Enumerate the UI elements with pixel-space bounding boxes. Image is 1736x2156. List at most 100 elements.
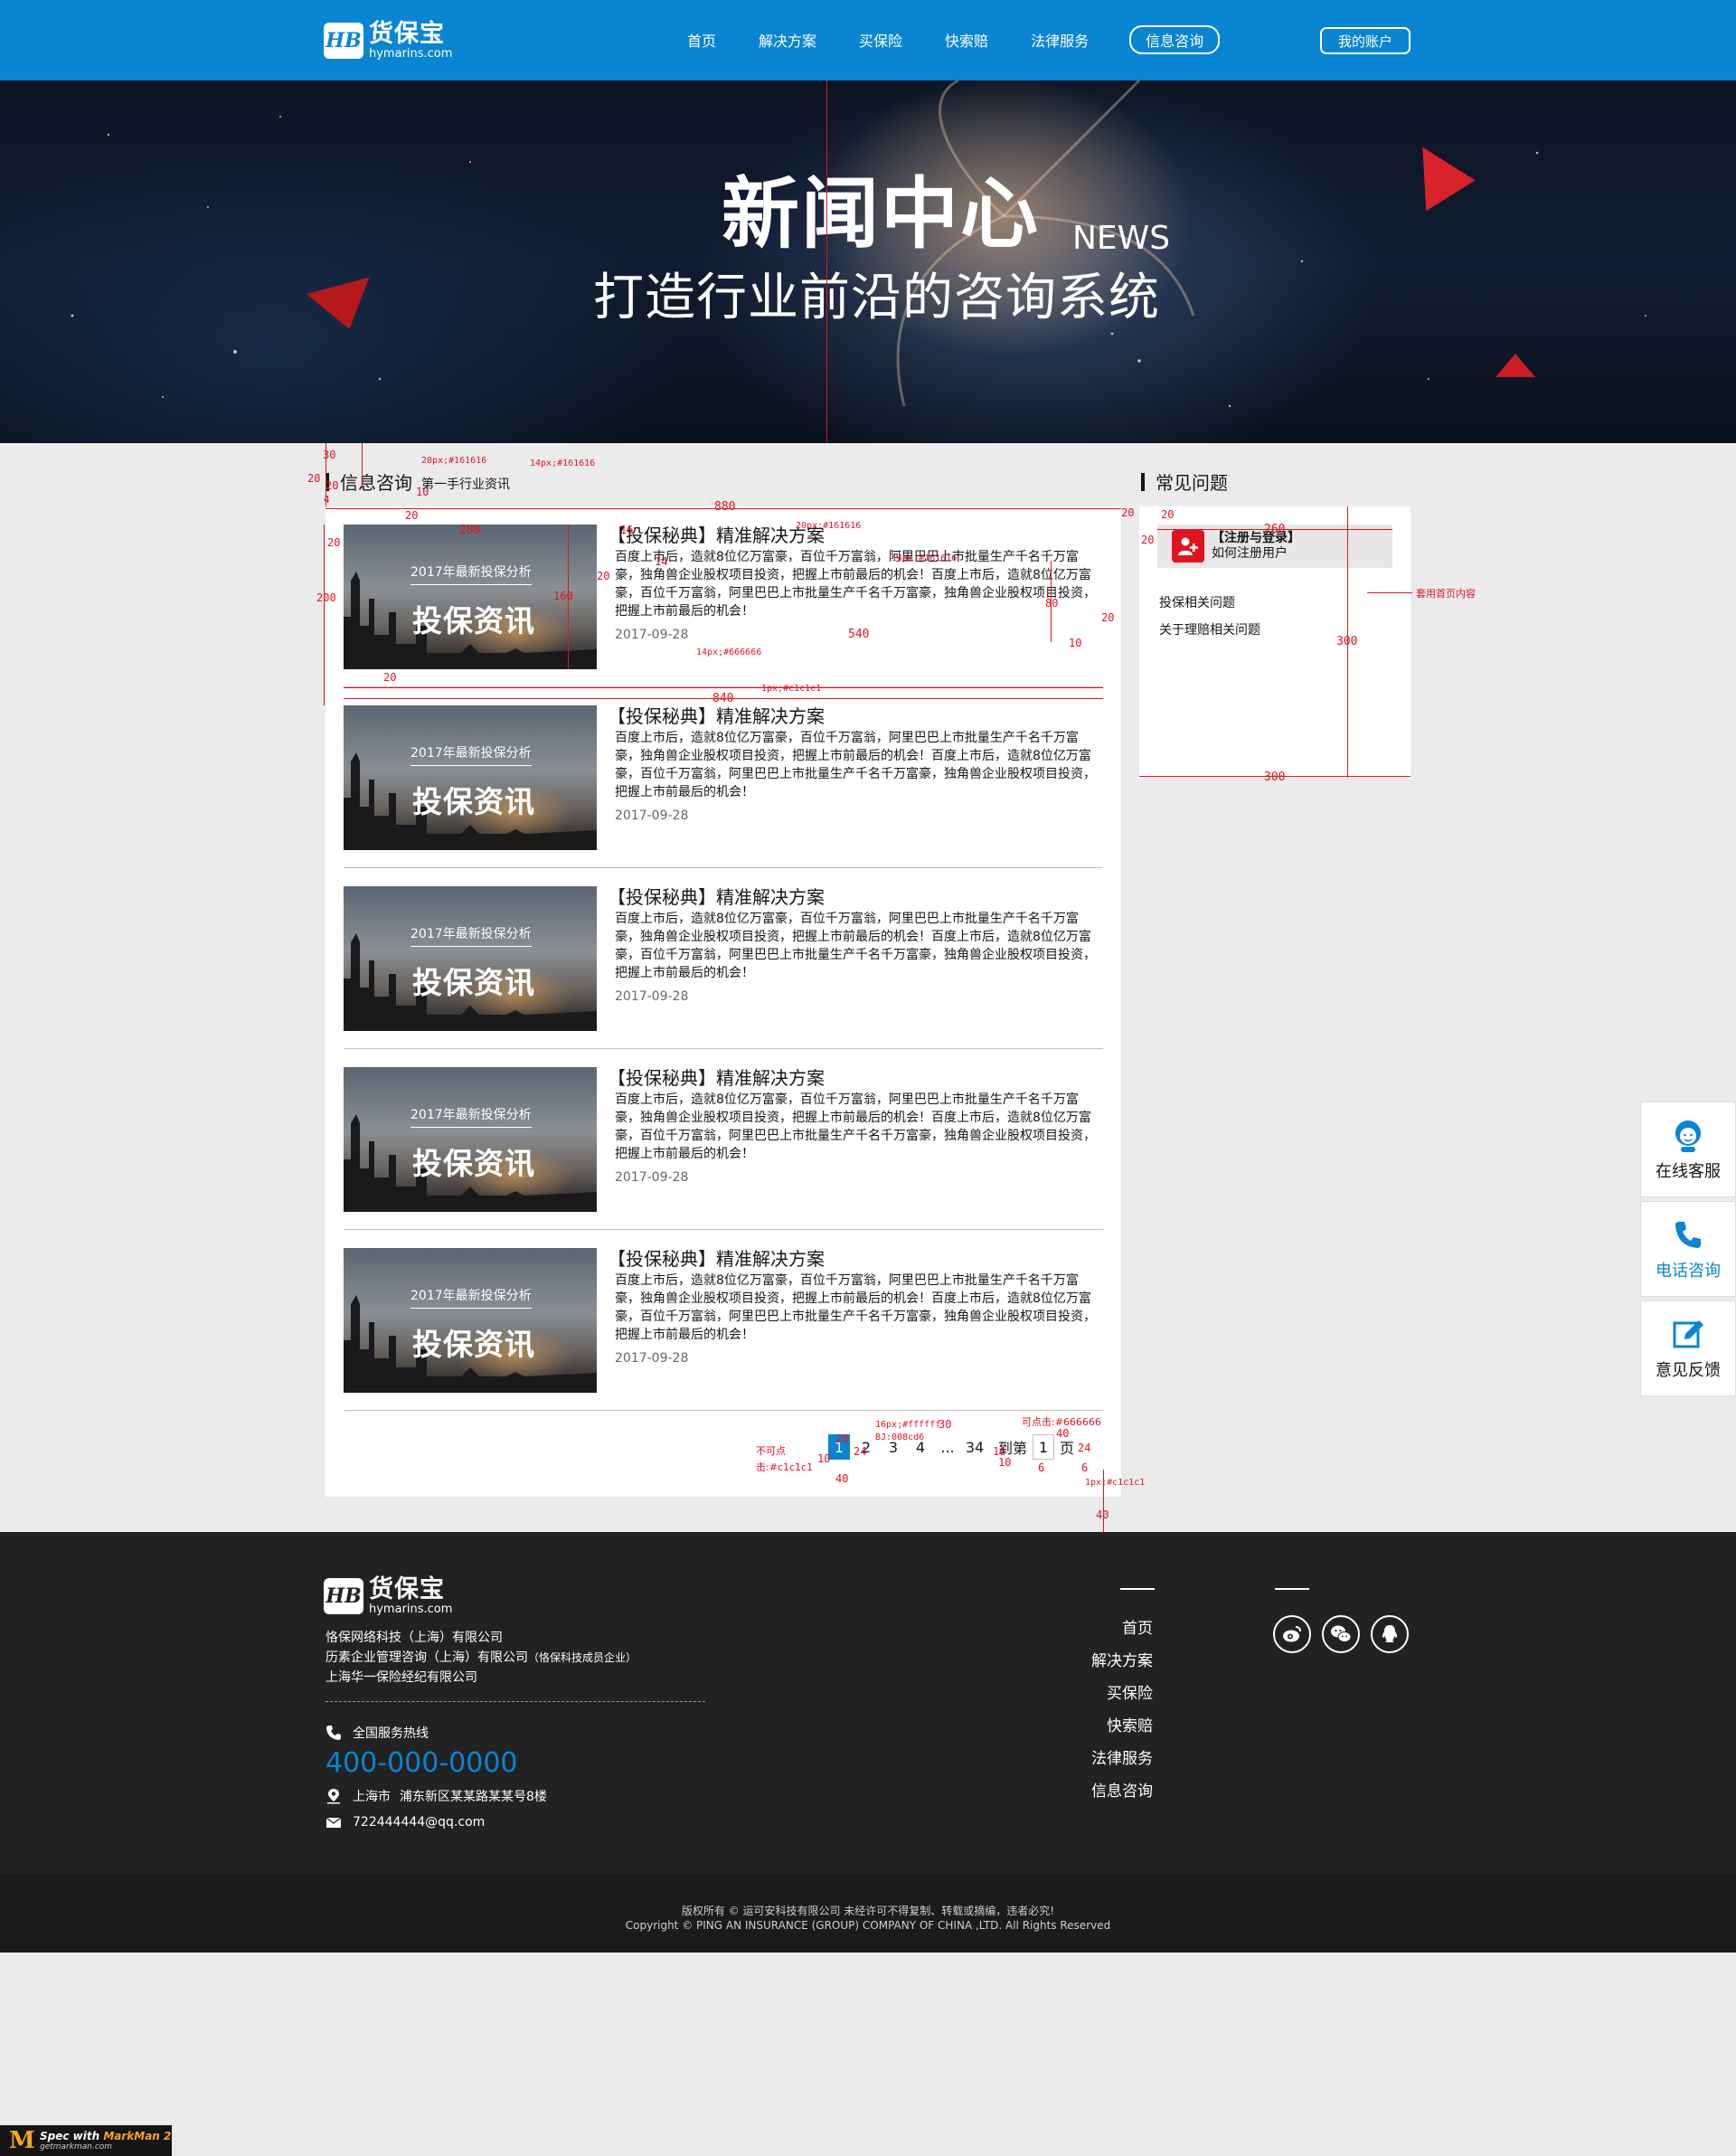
spec-label: 10 <box>817 1452 831 1465</box>
news-title[interactable]: 【投保秘典】精准解决方案 <box>608 702 825 728</box>
footer-nav-claims[interactable]: 快索赔 <box>1107 1713 1153 1735</box>
news-title[interactable]: 【投保秘典】精准解决方案 <box>608 521 825 547</box>
company-name: 上海华一保险经纪有限公司 <box>326 1670 477 1685</box>
news-item[interactable]: 2017年最新投保分析 投保资讯 【投保秘典】精准解决方案 百度上市后，造就8位… <box>344 687 1103 868</box>
spec-label: BJ:008cd6 <box>875 1433 925 1442</box>
spec-label: 880 <box>714 500 736 514</box>
news-item[interactable]: 2017年最新投保分析 投保资讯 【投保秘典】精准解决方案 百度上市后，造就8位… <box>344 1230 1103 1411</box>
markman-prefix: Spec with <box>40 2129 104 2142</box>
weibo-icon[interactable] <box>1273 1615 1311 1653</box>
faq-heading: 常见问题 <box>1141 468 1228 495</box>
footer-logo-name: 货保宝 <box>369 1575 445 1603</box>
nav-home[interactable]: 首页 <box>687 29 716 51</box>
thumbnail-headline: 投保资讯 <box>412 603 535 638</box>
add-user-icon <box>1172 530 1204 563</box>
footer-nav-buy-insurance[interactable]: 买保险 <box>1107 1680 1153 1703</box>
hero-banner: 新闻中心 NEWS 打造行业前沿的咨询系统 <box>0 80 1736 443</box>
spec-label: 20 <box>307 472 321 485</box>
footer-logo[interactable]: HB 货保宝 hymarins.com <box>324 1577 452 1615</box>
page-34[interactable]: 34 <box>964 1434 986 1460</box>
news-thumbnail[interactable]: 2017年最新投保分析 投保资讯 <box>344 886 597 1031</box>
spec-label: 14 <box>655 555 668 568</box>
phone-consult-button[interactable]: 电话咨询 <box>1640 1201 1736 1297</box>
thumbnail-headline: 投保资讯 <box>412 1327 535 1362</box>
edit-icon <box>1673 1320 1703 1348</box>
thumbnail-headline: 投保资讯 <box>412 1146 535 1181</box>
copyright-bar: 版权所有 © 运可安科技有限公司 未经许可不得复制、转载或摘编，违者必究! Co… <box>0 1873 1736 1953</box>
news-title[interactable]: 【投保秘典】精准解决方案 <box>608 1244 825 1271</box>
spec-label: 10 <box>1069 637 1082 649</box>
feedback-label: 意见反馈 <box>1656 1361 1721 1380</box>
spec-label: 260 <box>1264 523 1286 536</box>
news-item[interactable]: 2017年最新投保分析 投保资讯 【投保秘典】精准解决方案 百度上市后，造就8位… <box>344 868 1103 1049</box>
email-address[interactable]: 722444444@qq.com <box>353 1815 485 1830</box>
my-account-button[interactable]: 我的账户 <box>1320 27 1410 54</box>
news-description: 百度上市后，造就8位亿万富豪，百位千万富翁，阿里巴巴上市批量生产千名千万富豪，独… <box>615 912 1096 980</box>
online-service-label: 在线客服 <box>1656 1162 1721 1181</box>
news-date: 2017-09-28 <box>615 1351 689 1366</box>
spec-label: 40 <box>835 1472 849 1485</box>
spec-label: 160 <box>553 590 573 602</box>
faq-link-claims[interactable]: 关于理赔相关问题 <box>1159 620 1260 638</box>
qq-icon[interactable] <box>1371 1615 1409 1653</box>
faq-panel: 【注册与登录】 如何注册用户 投保相关问题 关于理赔相关问题 <box>1139 506 1410 778</box>
feedback-button[interactable]: 意见反馈 <box>1640 1300 1736 1396</box>
spec-label: 16px;#ffffff <box>875 1420 941 1430</box>
thumbnail-headline: 投保资讯 <box>412 784 535 819</box>
spec-label: 14px;#161616 <box>892 553 958 563</box>
footer-nav-solutions[interactable]: 解决方案 <box>1091 1648 1153 1670</box>
thumbnail-caption: 2017年最新投保分析 <box>410 743 532 766</box>
spec-label: 14px;#161616 <box>530 459 596 468</box>
phone-icon <box>326 1726 341 1740</box>
spec-label: 840 <box>712 692 734 705</box>
copyright-en: Copyright © PING AN INSURANCE (GROUP) CO… <box>625 1919 1111 1932</box>
news-item[interactable]: 2017年最新投保分析 投保资讯 【投保秘典】精准解决方案 百度上市后，造就8位… <box>344 506 1103 687</box>
spec-label: 40 <box>1056 1427 1070 1440</box>
social-rule <box>1275 1588 1309 1590</box>
spec-label: 套用首页内容 <box>1416 588 1476 600</box>
spec-label: 16 <box>620 524 634 536</box>
spec-guide-line <box>826 80 827 443</box>
address-row: 上海市 浦东新区某某路某某号8楼 <box>326 1787 547 1805</box>
news-thumbnail[interactable]: 2017年最新投保分析 投保资讯 <box>344 1067 597 1212</box>
faq-link-insurance[interactable]: 投保相关问题 <box>1159 593 1235 611</box>
news-thumbnail[interactable]: 2017年最新投保分析 投保资讯 <box>344 1248 597 1393</box>
footer-nav-legal[interactable]: 法律服务 <box>1091 1745 1153 1768</box>
spec-label: 20 <box>383 671 397 684</box>
nav-claims[interactable]: 快索赔 <box>945 29 988 51</box>
markman-badge: M Spec with MarkMan 2 getmarkman.com <box>0 2125 172 2156</box>
spec-label: 10 <box>416 486 429 498</box>
news-date: 2017-09-28 <box>615 628 689 642</box>
spec-label: 24 <box>1078 1442 1091 1454</box>
footer-nav-info[interactable]: 信息咨询 <box>1091 1778 1153 1801</box>
news-section-title: 信息咨询 <box>340 472 412 494</box>
news-thumbnail[interactable]: 2017年最新投保分析 投保资讯 <box>344 705 597 850</box>
hotline-number[interactable]: 400-000-0000 <box>326 1747 518 1779</box>
markman-url: getmarkman.com <box>40 2142 113 2151</box>
wechat-icon[interactable] <box>1322 1615 1360 1653</box>
site-footer: HB 货保宝 hymarins.com 恪保网络科技（上海）有限公司 历素企业管… <box>0 1532 1736 1873</box>
goto-page-input[interactable]: 1 <box>1033 1434 1055 1460</box>
spec-label: 300 <box>1264 771 1286 784</box>
spec-label: 20 <box>1161 508 1175 521</box>
register-title: 【注册与登录】 <box>1212 531 1300 545</box>
nav-info-consult[interactable]: 信息咨询 <box>1129 25 1221 54</box>
nav-solutions[interactable]: 解决方案 <box>759 29 816 51</box>
spec-label: 1px;#c1c1c1 <box>761 684 822 694</box>
logo-domain: hymarins.com <box>369 47 453 61</box>
page-ellipsis: ... <box>940 1438 955 1456</box>
site-logo[interactable]: HB 货保宝 hymarins.com <box>324 22 452 60</box>
online-service-button[interactable]: 在线客服 <box>1640 1102 1736 1197</box>
copyright-cn: 版权所有 © 运可安科技有限公司 未经许可不得复制、转载或摘编，违者必究! <box>681 1905 1055 1917</box>
nav-legal[interactable]: 法律服务 <box>1031 29 1089 51</box>
news-title[interactable]: 【投保秘典】精准解决方案 <box>608 1064 825 1090</box>
nav-buy-insurance[interactable]: 买保险 <box>859 29 902 51</box>
news-title[interactable]: 【投保秘典】精准解决方案 <box>608 883 825 909</box>
spec-guide-line <box>324 525 325 705</box>
news-date: 2017-09-28 <box>615 1170 689 1185</box>
spec-label: 200 <box>316 591 336 604</box>
spec-label: 4 <box>324 494 330 506</box>
top-header: HB 货保宝 hymarins.com 首页 解决方案 买保险 快索赔 法律服务… <box>0 0 1736 80</box>
news-item[interactable]: 2017年最新投保分析 投保资讯 【投保秘典】精准解决方案 百度上市后，造就8位… <box>344 1049 1103 1230</box>
footer-nav-home[interactable]: 首页 <box>1122 1615 1153 1638</box>
